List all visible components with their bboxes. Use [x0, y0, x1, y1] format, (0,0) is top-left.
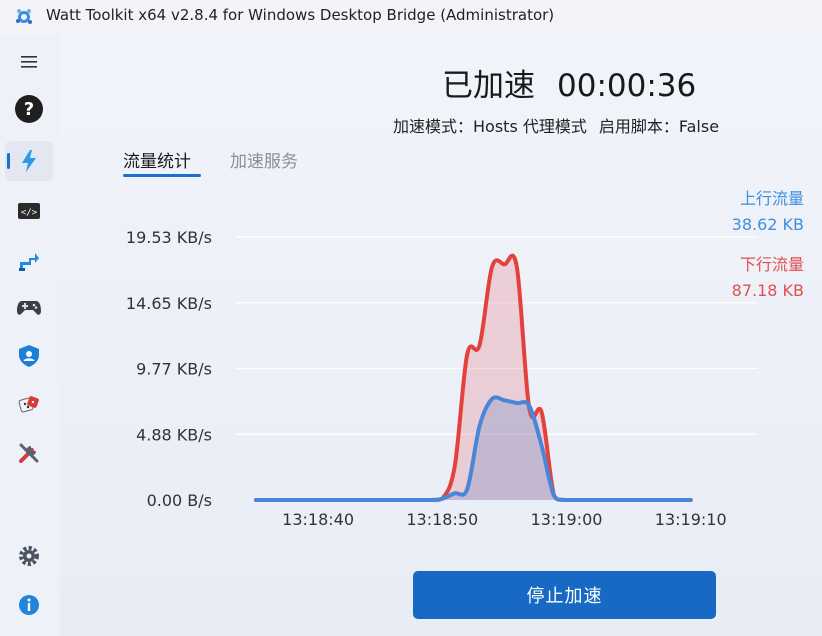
svg-text:</>: </>: [21, 208, 38, 218]
tools-icon: [19, 443, 39, 463]
window-title: Watt Toolkit x64 v2.8.4 for Windows Desk…: [46, 6, 555, 24]
title-bar: Watt Toolkit x64 v2.8.4 for Windows Desk…: [0, 0, 822, 34]
shield-user-icon: [19, 345, 39, 367]
stop-acceleration-button[interactable]: 停止加速: [413, 571, 716, 619]
code-terminal-icon: </>: [18, 203, 40, 219]
info-icon: [19, 595, 39, 615]
y-tick-label: 14.65 KB/s: [126, 294, 212, 313]
y-tick-label: 0.00 B/s: [147, 491, 212, 510]
svg-text:?: ?: [24, 99, 34, 120]
sidebar-item-games[interactable]: [5, 288, 53, 328]
sidebar-item-settings[interactable]: [5, 536, 53, 576]
sidebar-item-account[interactable]: [5, 336, 53, 376]
app-logo-icon: [16, 9, 32, 24]
gamepad-icon: [17, 301, 41, 315]
sidebar-menu-toggle[interactable]: [5, 42, 53, 82]
y-tick-label: 9.77 KB/s: [136, 360, 212, 379]
help-icon: ?: [15, 95, 43, 123]
sidebar-item-help[interactable]: ?: [5, 89, 53, 129]
lightning-icon: [22, 150, 36, 172]
y-tick-label: 4.88 KB/s: [136, 425, 212, 444]
sidebar-item-idle-game[interactable]: [5, 385, 53, 425]
transfer-arrows-icon: [19, 253, 39, 271]
x-tick-label: 13:18:50: [406, 510, 478, 529]
hamburger-menu-icon: [21, 56, 37, 68]
sidebar-item-tools[interactable]: [5, 433, 53, 473]
sidebar: ? </>: [0, 34, 60, 636]
sidebar-item-accelerate[interactable]: [5, 141, 53, 181]
x-tick-label: 13:19:10: [655, 510, 727, 529]
sidebar-item-about[interactable]: [5, 585, 53, 625]
sidebar-item-transfer[interactable]: [5, 240, 53, 280]
x-tick-label: 13:18:40: [282, 510, 354, 529]
dice-icon: [18, 396, 39, 413]
x-tick-label: 13:19:00: [531, 510, 603, 529]
settings-gear-icon: [19, 546, 39, 566]
y-tick-label: 19.53 KB/s: [126, 228, 212, 247]
sidebar-item-script[interactable]: </>: [5, 191, 53, 231]
traffic-chart: 19.53 KB/s 14.65 KB/s 9.77 KB/s 4.88 KB/s 0.…: [126, 228, 758, 529]
